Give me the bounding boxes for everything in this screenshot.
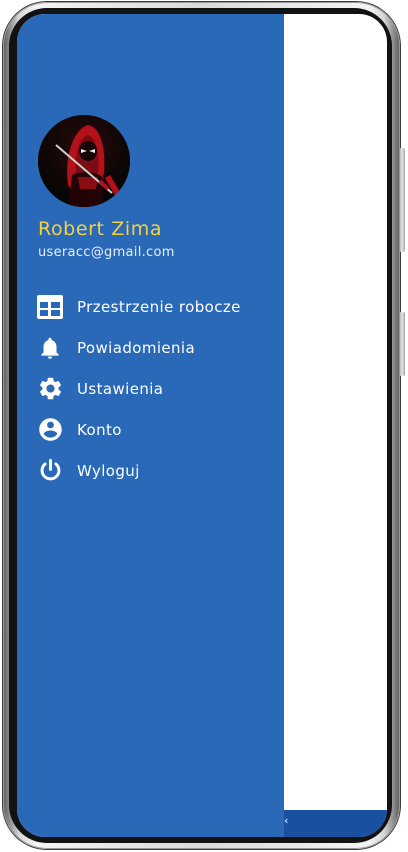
table-grid-icon (36, 293, 64, 321)
power-icon (36, 457, 64, 485)
menu-label-workspaces: Przestrzenie robocze (77, 297, 241, 316)
account-circle-icon (36, 416, 64, 444)
bottom-bar: ‹ (284, 810, 387, 837)
user-name: Robert Zima (38, 218, 163, 240)
menu-label-notifications: Powiadomienia (77, 338, 196, 357)
avatar-image (38, 115, 130, 207)
gear-icon (36, 375, 64, 403)
menu-item-logout[interactable]: Wyloguj (36, 450, 281, 491)
screen: Robert Zima useracc@gmail.com Przestrzen… (17, 14, 387, 837)
user-email: useracc@gmail.com (38, 245, 175, 260)
menu-item-notifications[interactable]: Powiadomienia (36, 327, 281, 368)
menu-item-workspaces[interactable]: Przestrzenie robocze (36, 286, 281, 327)
menu-label-account: Konto (77, 420, 122, 439)
menu-item-settings[interactable]: Ustawienia (36, 368, 281, 409)
bell-icon (36, 334, 64, 362)
menu-label-logout: Wyloguj (77, 461, 140, 480)
back-chevron-icon[interactable]: ‹ (284, 815, 288, 826)
menu-item-account[interactable]: Konto (36, 409, 281, 450)
menu-label-settings: Ustawienia (77, 379, 164, 398)
avatar (38, 115, 130, 207)
power-button (400, 312, 405, 376)
volume-button (400, 148, 405, 252)
drawer-menu: Przestrzenie robocze Powiadomienia Ustaw… (36, 286, 281, 491)
navigation-drawer: Robert Zima useracc@gmail.com Przestrzen… (17, 14, 284, 837)
